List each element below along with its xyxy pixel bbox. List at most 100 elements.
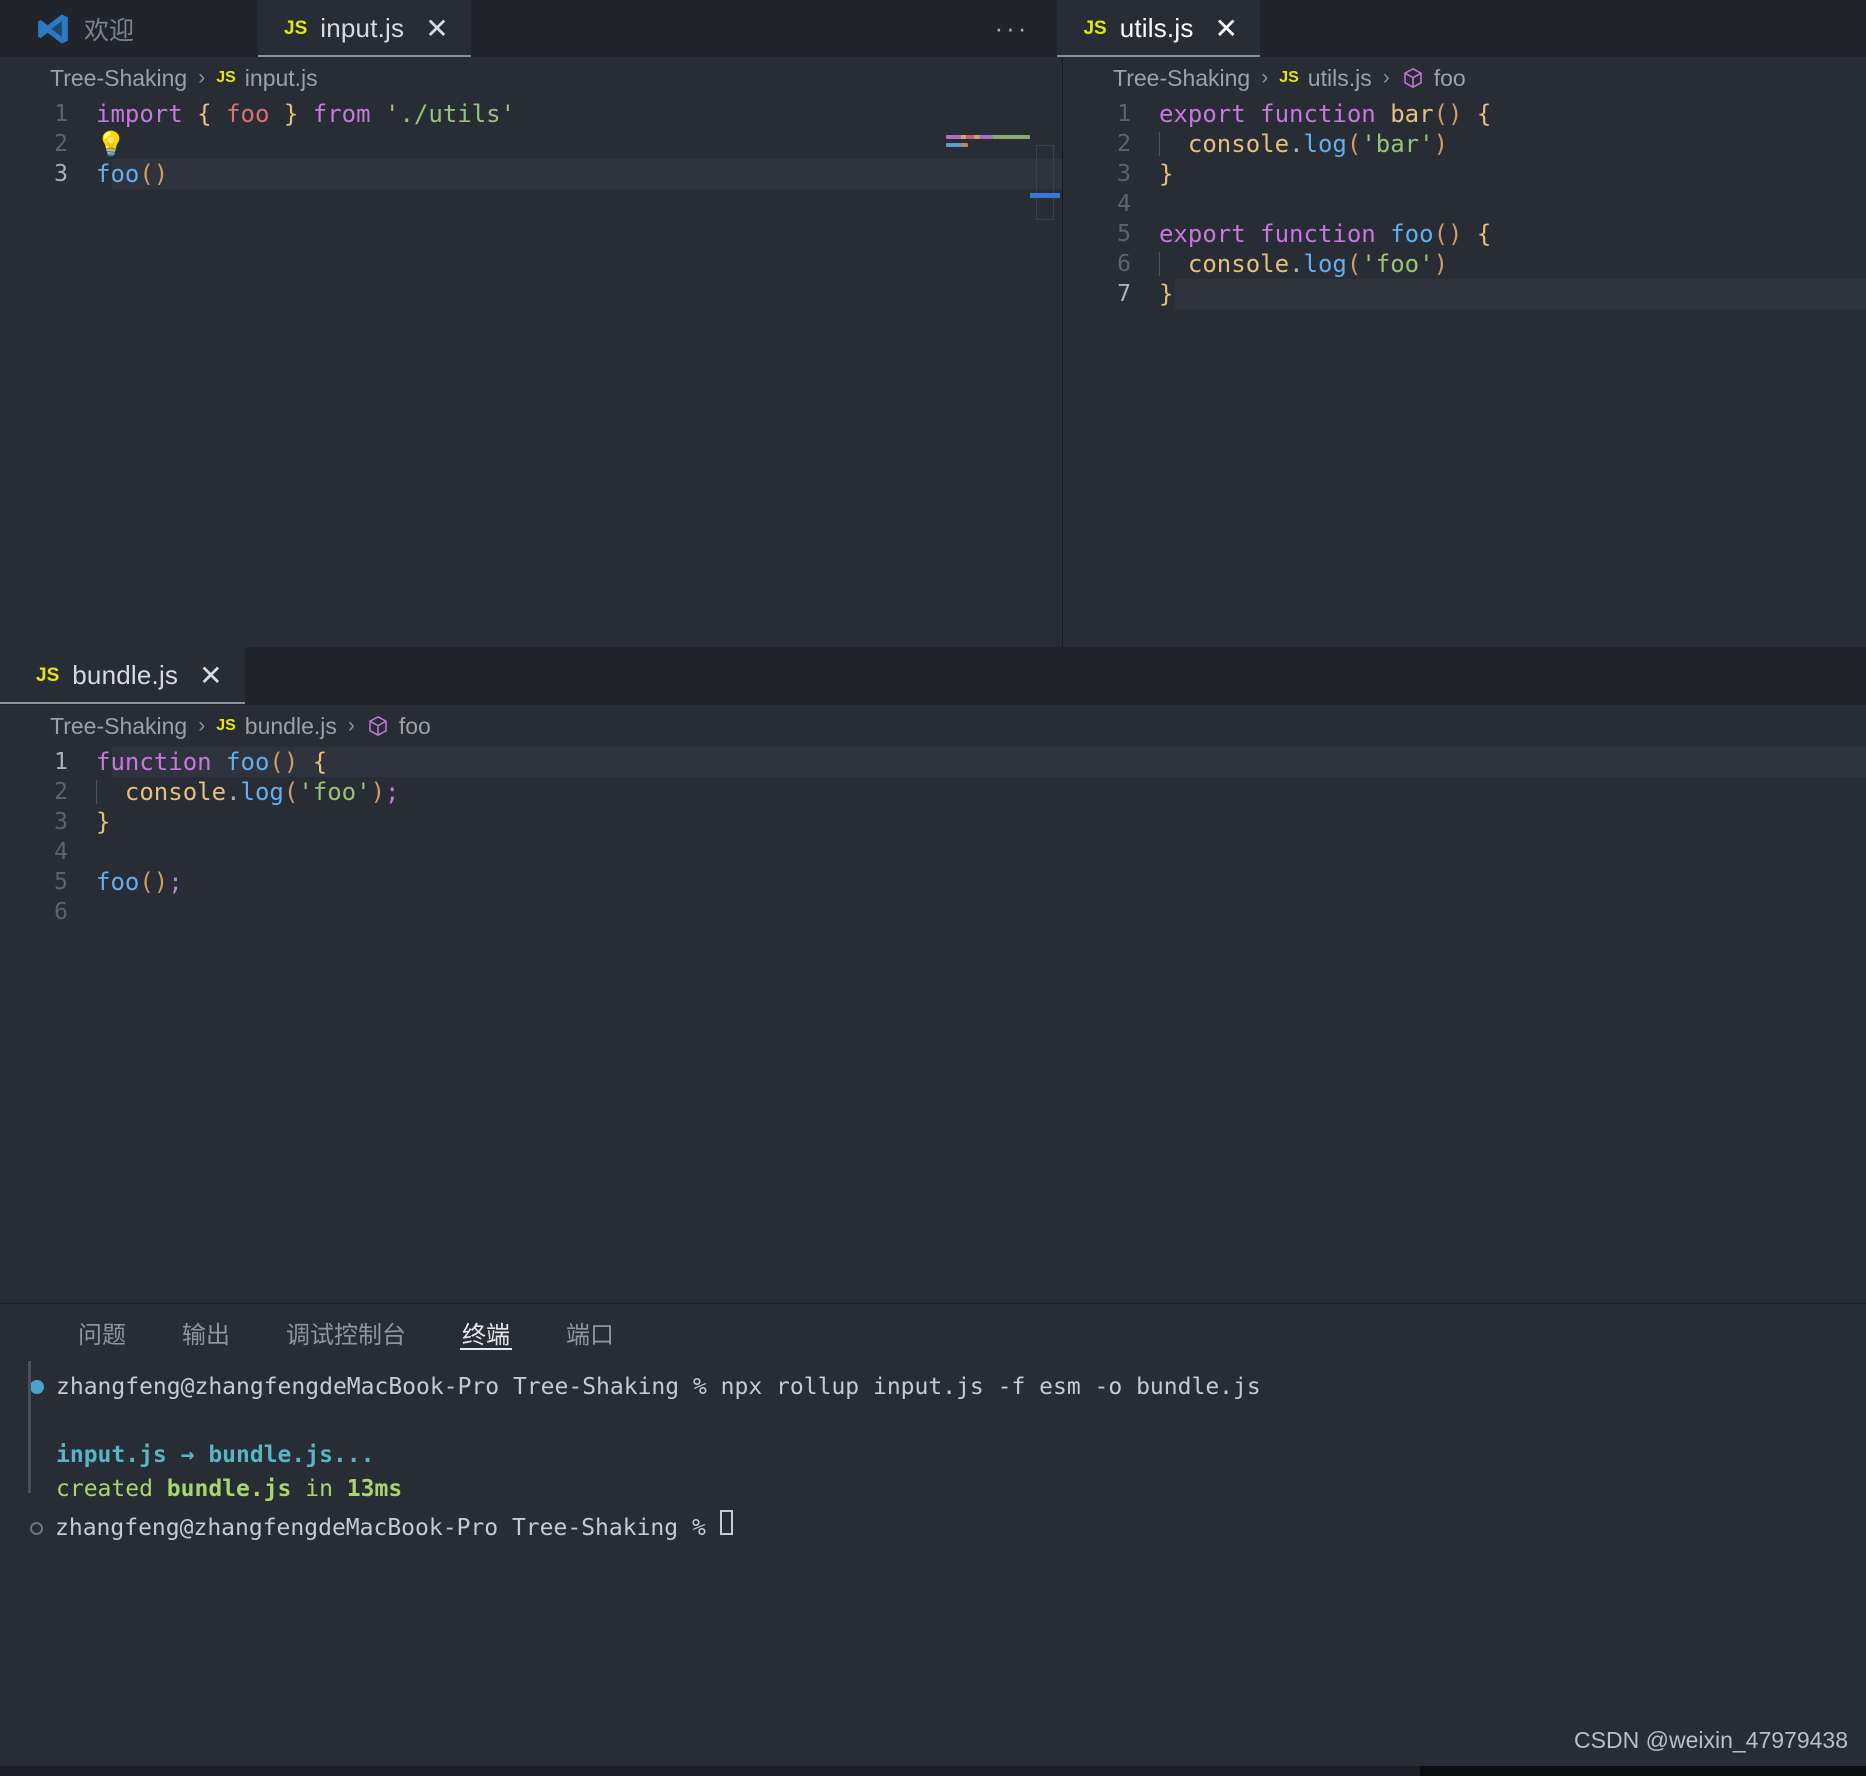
welcome-tab[interactable]: 欢迎 bbox=[0, 0, 258, 57]
line-number: 7 bbox=[1117, 281, 1131, 307]
code-line[interactable]: 5 export function foo() { bbox=[1063, 219, 1866, 249]
tab-utils-js[interactable]: JS utils.js ✕ bbox=[1057, 0, 1260, 57]
breadcrumb-symbol[interactable]: foo bbox=[399, 713, 431, 740]
close-icon[interactable]: ✕ bbox=[425, 14, 448, 43]
code-line[interactable]: 1 function foo() { bbox=[0, 747, 1866, 777]
tab-label: input.js bbox=[320, 13, 405, 43]
line-number: 5 bbox=[1117, 221, 1131, 247]
line-number: 1 bbox=[54, 749, 68, 775]
breadcrumb-file[interactable]: input.js bbox=[245, 65, 318, 92]
code-token: ( bbox=[1346, 250, 1362, 278]
code-line[interactable]: 2 console.log('foo'); bbox=[0, 777, 1866, 807]
minimap[interactable] bbox=[946, 135, 1034, 175]
panel-tab-3[interactable]: 终端 bbox=[434, 1304, 538, 1360]
minimap-slider[interactable] bbox=[1036, 145, 1054, 220]
line-number: 2 bbox=[54, 779, 68, 805]
breadcrumb[interactable]: Tree-Shaking › JS utils.js › foo bbox=[1063, 57, 1866, 99]
tab-bundle-js[interactable]: JS bundle.js ✕ bbox=[0, 647, 245, 704]
terminal-bundle-arrow: input.js → bundle.js... bbox=[56, 1442, 375, 1468]
panel-tab-1[interactable]: 输出 bbox=[154, 1304, 258, 1360]
code-content-bundle-js[interactable]: 1 function foo() {2 console.log('foo'); 3}… bbox=[0, 747, 1866, 927]
breadcrumb-project[interactable]: Tree-Shaking bbox=[1113, 65, 1250, 92]
code-line[interactable]: 6 console.log('foo') bbox=[1063, 249, 1866, 279]
code-line[interactable]: 1 import { foo } from './utils' bbox=[0, 99, 1062, 129]
code-content-input-js[interactable]: 1 import { foo } from './utils' 2 💡 3 foo() bbox=[0, 99, 1062, 189]
code-token: ( bbox=[1346, 130, 1362, 158]
line-number: 6 bbox=[54, 899, 68, 925]
code-line[interactable]: 2 console.log('bar') bbox=[1063, 129, 1866, 159]
code-token: console bbox=[124, 778, 227, 806]
breadcrumb-file[interactable]: bundle.js bbox=[245, 713, 337, 740]
lightbulb-quickfix-icon[interactable]: 💡 bbox=[96, 130, 126, 158]
bottom-panel: 问题 输出 调试控制台 终端 端口 zhangfeng@zhangfengdeMacBo… bbox=[0, 1303, 1866, 1776]
panel-tab-label: 端口 bbox=[566, 1321, 614, 1349]
line-number: 3 bbox=[54, 809, 68, 835]
code-line[interactable]: 3} bbox=[1063, 159, 1866, 189]
code-token: () bbox=[139, 868, 169, 896]
vscode-window: 欢迎 JS input.js ✕ ··· JS utils.js ✕ Tree-… bbox=[0, 0, 1866, 1776]
code-token: export bbox=[1159, 220, 1246, 248]
editor-groups: Tree-Shaking › JS input.js 1 import { foo… bbox=[0, 57, 1866, 647]
js-file-icon: JS bbox=[1083, 17, 1107, 39]
code-token: . bbox=[226, 778, 241, 806]
code-token: log bbox=[1303, 250, 1347, 278]
code-token: foo bbox=[1390, 220, 1434, 248]
code-token: foo bbox=[226, 100, 270, 128]
breadcrumb-symbol[interactable]: foo bbox=[1434, 65, 1466, 92]
breadcrumb-project[interactable]: Tree-Shaking bbox=[50, 65, 187, 92]
code-token: } bbox=[1159, 280, 1174, 308]
panel-tab-2[interactable]: 调试控制台 bbox=[258, 1304, 434, 1360]
code-line[interactable]: 5 foo(); bbox=[0, 867, 1866, 897]
terminal-output[interactable]: zhangfeng@zhangfengdeMacBook-Pro Tree-Sh… bbox=[0, 1360, 1866, 1544]
code-token: foo bbox=[226, 748, 270, 776]
tab-overflow-more-icon[interactable]: ··· bbox=[966, 0, 1057, 57]
code-line[interactable]: 1 export function bar() { bbox=[1063, 99, 1866, 129]
editor-group-utils-js: Tree-Shaking › JS utils.js › foo 1 export… bbox=[1062, 57, 1866, 647]
close-icon[interactable]: ✕ bbox=[199, 661, 222, 690]
breadcrumb-project[interactable]: Tree-Shaking bbox=[50, 713, 187, 740]
close-icon[interactable]: ✕ bbox=[1215, 14, 1238, 43]
code-token: ) bbox=[1433, 130, 1449, 158]
terminal-created-duration: 13ms bbox=[346, 1476, 403, 1502]
code-line[interactable]: 6 bbox=[0, 897, 1866, 927]
breadcrumb[interactable]: Tree-Shaking › JS input.js bbox=[0, 57, 1062, 99]
panel-tab-4[interactable]: 端口 bbox=[538, 1304, 642, 1360]
cube-icon bbox=[1401, 66, 1425, 90]
code-line[interactable]: 4 bbox=[1063, 189, 1866, 219]
code-line[interactable]: 7} bbox=[1063, 279, 1866, 309]
code-token: () bbox=[269, 748, 299, 776]
panel-tab-label: 问题 bbox=[78, 1321, 126, 1349]
code-token: export bbox=[1159, 100, 1246, 128]
code-line[interactable]: 4 bbox=[0, 837, 1866, 867]
code-line[interactable]: 2 💡 bbox=[0, 129, 1062, 159]
code-line[interactable]: 3} bbox=[0, 807, 1866, 837]
line-text: } bbox=[1159, 160, 1173, 188]
panel-tab-0[interactable]: 问题 bbox=[50, 1304, 154, 1360]
terminal-command-decoration bbox=[28, 1361, 31, 1493]
breadcrumb[interactable]: Tree-Shaking › JS bundle.js › foo bbox=[0, 705, 1866, 747]
line-text: export function bar() { bbox=[1159, 100, 1491, 128]
terminal-created-in: in bbox=[291, 1476, 347, 1502]
code-token: function bbox=[96, 748, 212, 776]
tab-bar-filler bbox=[470, 0, 967, 57]
tab-input-js[interactable]: JS input.js ✕ bbox=[258, 0, 471, 57]
editor-group-bundle-js: JS bundle.js ✕ Tree-Shaking › JS bundle.… bbox=[0, 647, 1866, 1303]
panel-tab-list: 问题 输出 调试控制台 终端 端口 bbox=[0, 1304, 1866, 1360]
code-token: 'foo' bbox=[1361, 250, 1434, 278]
code-content-utils-js[interactable]: 1 export function bar() {2 console.log('b… bbox=[1063, 99, 1866, 309]
line-number: 5 bbox=[54, 869, 68, 895]
line-number: 2 bbox=[1117, 131, 1131, 157]
code-token: () bbox=[139, 160, 169, 188]
code-token: ) bbox=[370, 778, 386, 806]
code-token: ; bbox=[168, 868, 183, 896]
line-number: 6 bbox=[1117, 251, 1131, 277]
code-line[interactable]: 3 foo() bbox=[0, 159, 1062, 189]
line-number: 4 bbox=[54, 839, 68, 865]
breadcrumb-file[interactable]: utils.js bbox=[1308, 65, 1372, 92]
code-token: log bbox=[1303, 130, 1347, 158]
